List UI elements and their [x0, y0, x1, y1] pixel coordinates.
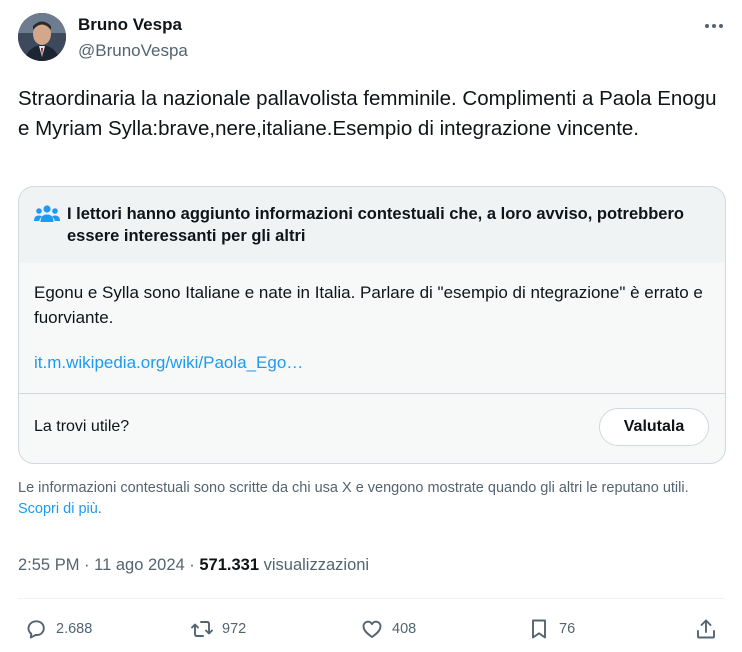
like-button[interactable]: 408 — [360, 616, 416, 642]
rate-note-button[interactable]: Valutala — [599, 408, 709, 446]
views-label: visualizzazioni — [263, 556, 370, 574]
community-note-link[interactable]: it.m.wikipedia.org/wiki/Paola_Ego… — [34, 353, 303, 373]
people-icon — [34, 204, 60, 224]
community-note-body: Egonu e Sylla sono Italiane e nate in It… — [34, 283, 703, 327]
more-horizontal-icon — [705, 24, 723, 28]
meta-separator: · — [189, 556, 195, 574]
share-button[interactable] — [694, 616, 718, 642]
repost-icon — [191, 621, 213, 637]
author-handle[interactable]: @BrunoVespa — [78, 41, 188, 61]
community-note: I lettori hanno aggiunto informazioni co… — [18, 186, 726, 464]
disclaimer-text: Le informazioni contestuali sono scritte… — [18, 480, 689, 496]
community-note-divider — [19, 393, 725, 394]
actions-divider — [18, 598, 724, 599]
author-name[interactable]: Bruno Vespa — [78, 15, 182, 35]
bookmark-count: 76 — [559, 621, 576, 637]
meta-separator: · — [84, 556, 90, 574]
bookmark-button[interactable]: 76 — [527, 616, 575, 642]
disclaimer-suffix: . — [97, 501, 102, 517]
helpful-question: La trovi utile? — [34, 418, 130, 435]
repost-count: 972 — [222, 621, 247, 637]
tweet-time[interactable]: 2:55 PM — [18, 556, 79, 574]
reply-button[interactable]: 2.688 — [24, 616, 92, 642]
reply-count: 2.688 — [56, 621, 93, 637]
like-count: 408 — [392, 621, 417, 637]
community-note-header: I lettori hanno aggiunto informazioni co… — [19, 187, 725, 263]
more-options-button[interactable] — [700, 14, 728, 38]
avatar[interactable] — [18, 13, 66, 61]
share-icon — [697, 619, 715, 639]
heart-icon — [362, 620, 382, 638]
bookmark-icon — [532, 619, 546, 639]
tweet-date[interactable]: 11 ago 2024 — [94, 556, 185, 574]
community-note-title: I lettori hanno aggiunto informazioni co… — [67, 205, 684, 245]
repost-button[interactable]: 972 — [190, 616, 246, 642]
reply-icon — [27, 620, 45, 639]
learn-more-link[interactable]: Scopri di più — [18, 501, 98, 517]
community-note-disclaimer: Le informazioni contestuali sono scritte… — [18, 478, 718, 520]
tweet-text: Straordinaria la nazionale pallavolista … — [18, 87, 717, 140]
tweet-meta: 2:55 PM · 11 ago 2024 · 571.331 visualiz… — [18, 556, 369, 575]
avatar-image — [18, 13, 66, 61]
views-count: 571.331 — [199, 556, 260, 574]
